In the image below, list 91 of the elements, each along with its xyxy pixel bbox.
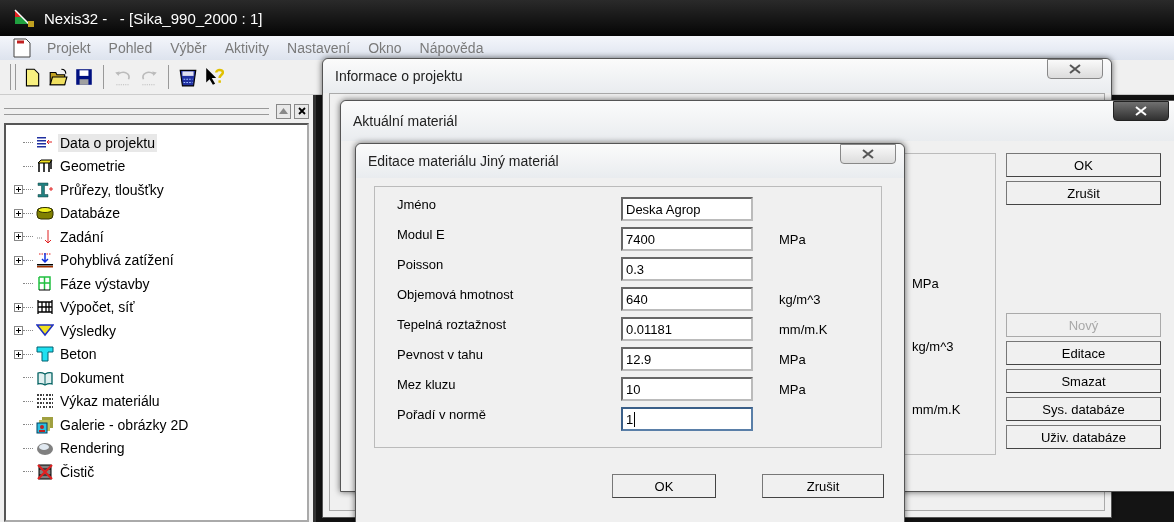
tree-item[interactable]: Fáze výstavby: [58, 274, 152, 293]
field-label: Pořadí v normě: [397, 407, 487, 422]
app-icon: [14, 8, 36, 28]
moving-load-icon: [36, 251, 54, 270]
eraser-icon: [36, 462, 54, 481]
tree-item[interactable]: Dokument: [58, 368, 126, 387]
menu-item[interactable]: Nápověda: [416, 40, 487, 56]
pointer-help-icon[interactable]: [204, 67, 224, 87]
input-field[interactable]: 1: [621, 407, 753, 431]
unit-label: kg/m^3: [778, 291, 822, 307]
floppy-icon[interactable]: [74, 67, 94, 87]
tree-item[interactable]: Zadání: [58, 227, 106, 246]
unit-label: kg/m^3: [912, 339, 955, 354]
tree-item[interactable]: Pohyblivá zatížení: [58, 251, 176, 270]
dialog-button[interactable]: Smazat: [1006, 369, 1161, 393]
triangle-up-icon: [279, 108, 288, 114]
unit-label: mm/m.K: [912, 402, 962, 417]
cylinder-icon: [36, 204, 54, 223]
menu-item[interactable]: Projekt: [44, 40, 94, 56]
gallery-icon: [36, 415, 54, 434]
dialog-button[interactable]: Uživ. databáze: [1006, 425, 1161, 449]
beam-icon: [36, 180, 54, 199]
input-field[interactable]: Deska Agrop: [621, 197, 753, 221]
expand-icon[interactable]: [14, 255, 23, 265]
close-icon: [297, 107, 306, 115]
dialog-button[interactable]: Editace: [1006, 341, 1161, 365]
menu-item[interactable]: Výběr: [167, 40, 210, 56]
dialog-button[interactable]: Zrušit: [1006, 181, 1161, 205]
expand-icon[interactable]: [14, 302, 23, 312]
dialog-title: Informace o projektu: [335, 68, 463, 84]
panel-grip[interactable]: [4, 107, 269, 115]
close-icon: [1135, 106, 1147, 116]
menu-item[interactable]: Nastavení: [284, 40, 354, 56]
menu-item[interactable]: Pohled: [105, 40, 156, 56]
field-label: Poisson: [397, 257, 445, 272]
input-field[interactable]: 10: [621, 377, 753, 401]
field-label: Jméno: [397, 197, 438, 212]
window-title: Nexis32 - - [Sika_990_2000 : 1]: [44, 9, 263, 27]
mesh-icon: [36, 298, 54, 317]
tree-item[interactable]: Výkaz materiálu: [58, 392, 162, 411]
folder-icon[interactable]: [48, 67, 68, 87]
tree-item[interactable]: Data o projektu: [58, 133, 157, 152]
unit-label: mm/m.K: [778, 321, 829, 337]
close-button[interactable]: [294, 103, 309, 119]
input-field[interactable]: 0.01181: [621, 317, 753, 341]
menu-item[interactable]: Okno: [365, 40, 405, 56]
expand-icon[interactable]: [14, 326, 23, 336]
input-field[interactable]: 0.3: [621, 257, 753, 281]
tee-icon: [36, 345, 54, 364]
tree-item[interactable]: Rendering: [58, 439, 127, 458]
dialog-button[interactable]: Sys. databáze: [1006, 397, 1161, 421]
tree-item[interactable]: Geometrie: [58, 157, 128, 176]
unit-label: MPa: [778, 381, 807, 397]
tree-item[interactable]: Galerie - obrázky 2D: [58, 415, 191, 434]
dialog-button[interactable]: OK: [612, 474, 716, 498]
unit-label: MPa: [778, 231, 807, 247]
unit-label: MPa: [778, 351, 807, 367]
unit-label: MPa: [912, 276, 940, 291]
tree-item[interactable]: Výpočet, síť: [58, 298, 137, 317]
field-label: Tepelná roztažnost: [397, 317, 508, 332]
expand-icon[interactable]: [14, 208, 23, 218]
close-button[interactable]: [1047, 59, 1103, 79]
close-icon: [862, 149, 874, 159]
load-arrow-icon: [36, 227, 54, 246]
input-field[interactable]: 12.9: [621, 347, 753, 371]
dialog-title: Aktuální materiál: [353, 113, 458, 129]
menu-item[interactable]: Aktivity: [221, 40, 273, 56]
document-3d-icon: [12, 38, 32, 58]
close-button[interactable]: [1113, 101, 1169, 121]
tree-item[interactable]: Beton: [58, 345, 99, 364]
expand-icon[interactable]: [14, 185, 23, 195]
expand-icon[interactable]: [14, 349, 23, 359]
tree-item[interactable]: Průřezy, tloušťky: [58, 180, 166, 199]
table-icon: [36, 392, 54, 411]
field-label: Mez kluzu: [397, 377, 457, 392]
tree-item[interactable]: Výsledky: [58, 321, 119, 340]
dialog-title: Editace materiálu Jiný materiál: [368, 153, 559, 169]
field-label: Pevnost v tahu: [397, 347, 484, 362]
field-label: Modul E: [397, 227, 446, 242]
expand-icon[interactable]: [14, 232, 23, 242]
close-button[interactable]: [840, 144, 896, 164]
field-label: Objemová hmotnost: [397, 287, 515, 302]
close-icon: [1069, 64, 1081, 74]
tree-item[interactable]: Databáze: [58, 204, 122, 223]
input-field[interactable]: 7400: [621, 227, 753, 251]
tree-item[interactable]: Čistič: [58, 462, 97, 481]
dialog-button[interactable]: Zrušit: [762, 474, 884, 498]
dialog-button[interactable]: OK: [1006, 153, 1161, 177]
grid-icon: [36, 274, 54, 293]
calculator-icon[interactable]: [178, 67, 198, 87]
input-field[interactable]: 640: [621, 287, 753, 311]
